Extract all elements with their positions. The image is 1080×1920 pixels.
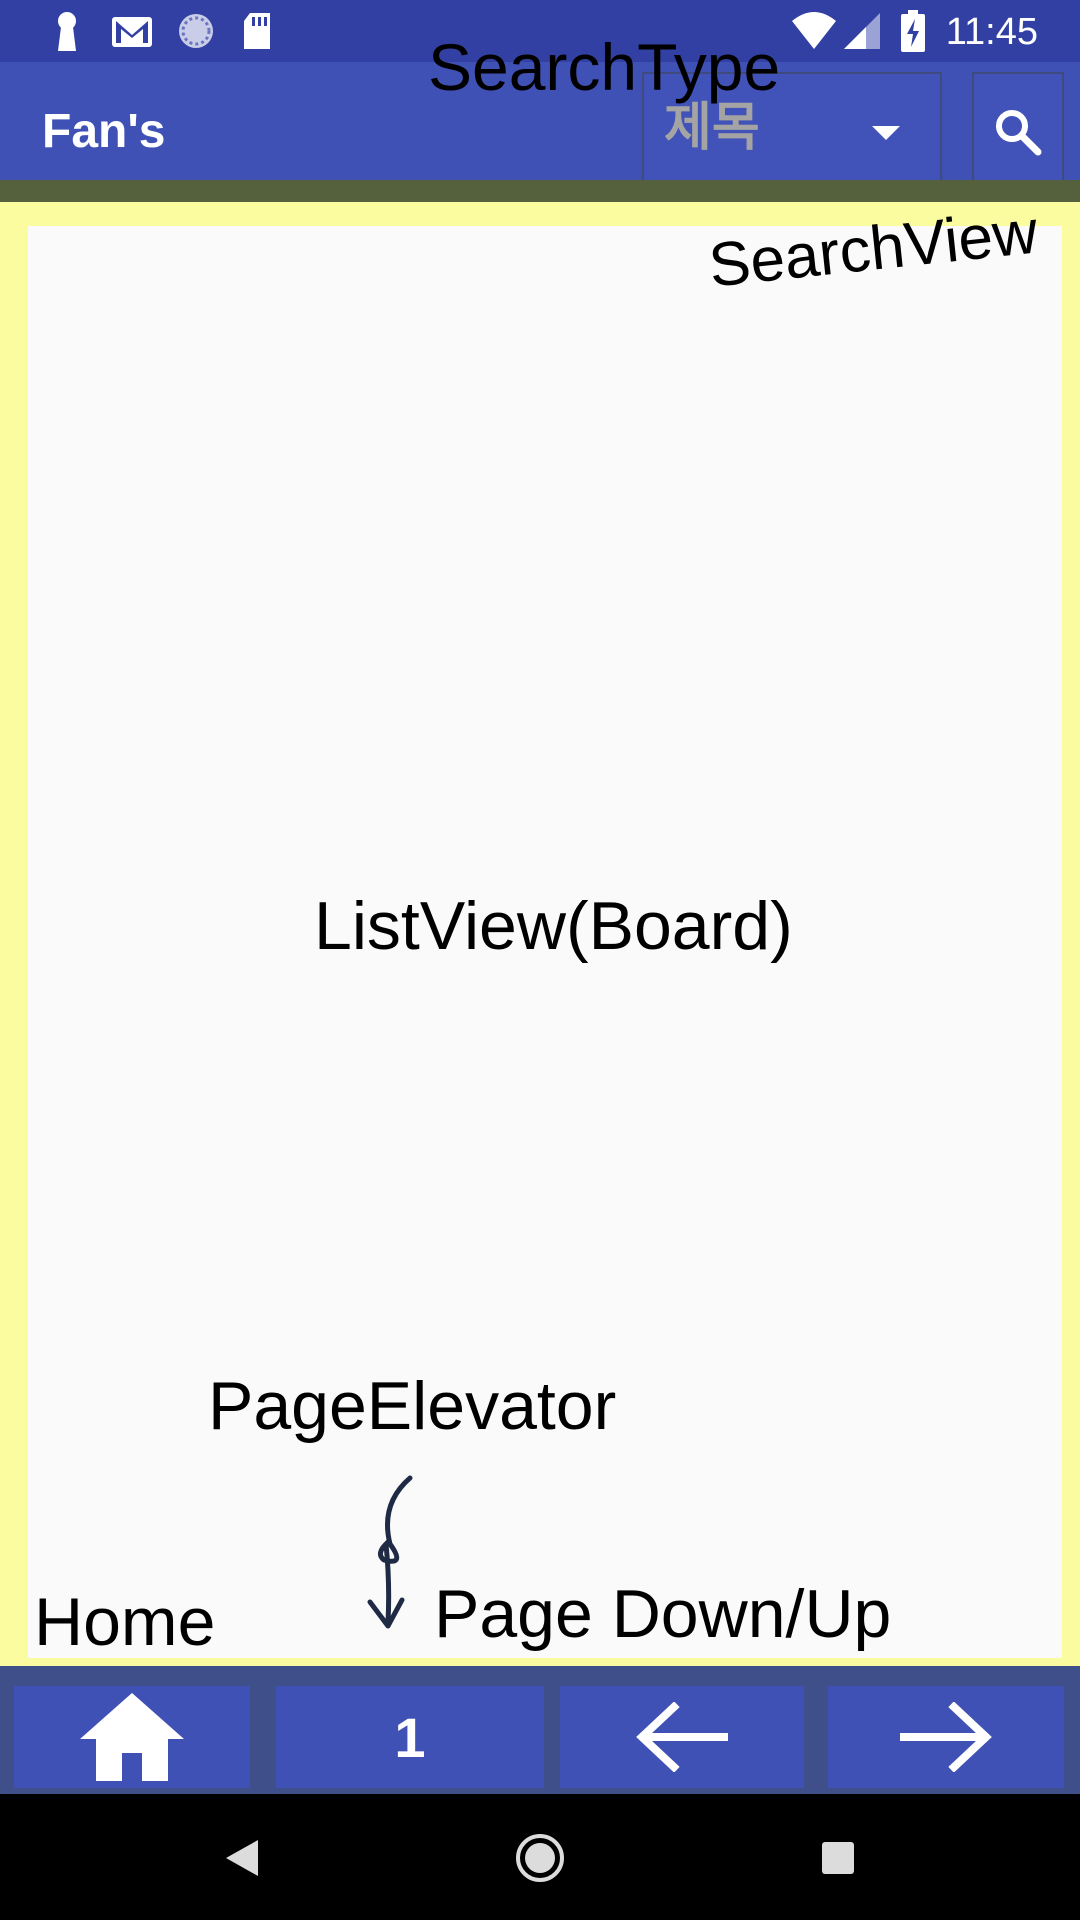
home-icon (80, 1693, 184, 1781)
back-icon[interactable] (222, 1836, 262, 1880)
wifi-icon (792, 12, 836, 49)
dropdown-caret-icon (872, 126, 900, 140)
arrow-right-icon (900, 1702, 992, 1772)
annotation-list-view: ListView(Board) (314, 888, 793, 964)
annotation-search-type: SearchType (428, 30, 781, 104)
app-title: Fan's (42, 105, 166, 158)
search-type-value: 제목 (664, 99, 760, 157)
page-up-button[interactable] (560, 1686, 804, 1788)
sync-icon (179, 14, 213, 48)
keyhole-icon (58, 12, 76, 51)
home-button[interactable] (14, 1686, 250, 1788)
arrow-left-icon (636, 1702, 728, 1772)
gmail-icon (112, 17, 152, 47)
signal-icon (844, 13, 880, 49)
status-time: 11:45 (945, 11, 1038, 53)
sd-card-icon (244, 13, 270, 49)
page-elevator-bar: 1 (0, 1666, 1080, 1794)
annotation-page-down-up: Page Down/Up (434, 1576, 892, 1652)
battery-charging-icon (901, 10, 925, 52)
annotation-arrow-icon (367, 1475, 413, 1629)
page-number-button[interactable]: 1 (276, 1686, 544, 1788)
page-number: 1 (394, 1705, 426, 1769)
toolbar-divider (0, 180, 1080, 202)
page-down-button[interactable] (828, 1686, 1064, 1788)
search-button[interactable] (972, 72, 1064, 190)
annotation-page-elevator: PageElevator (208, 1368, 617, 1444)
search-icon (996, 110, 1042, 156)
home-circle-icon[interactable] (514, 1832, 566, 1884)
recents-icon[interactable] (820, 1840, 856, 1876)
system-nav-bar (0, 1794, 1080, 1920)
annotation-home: Home (34, 1584, 216, 1660)
